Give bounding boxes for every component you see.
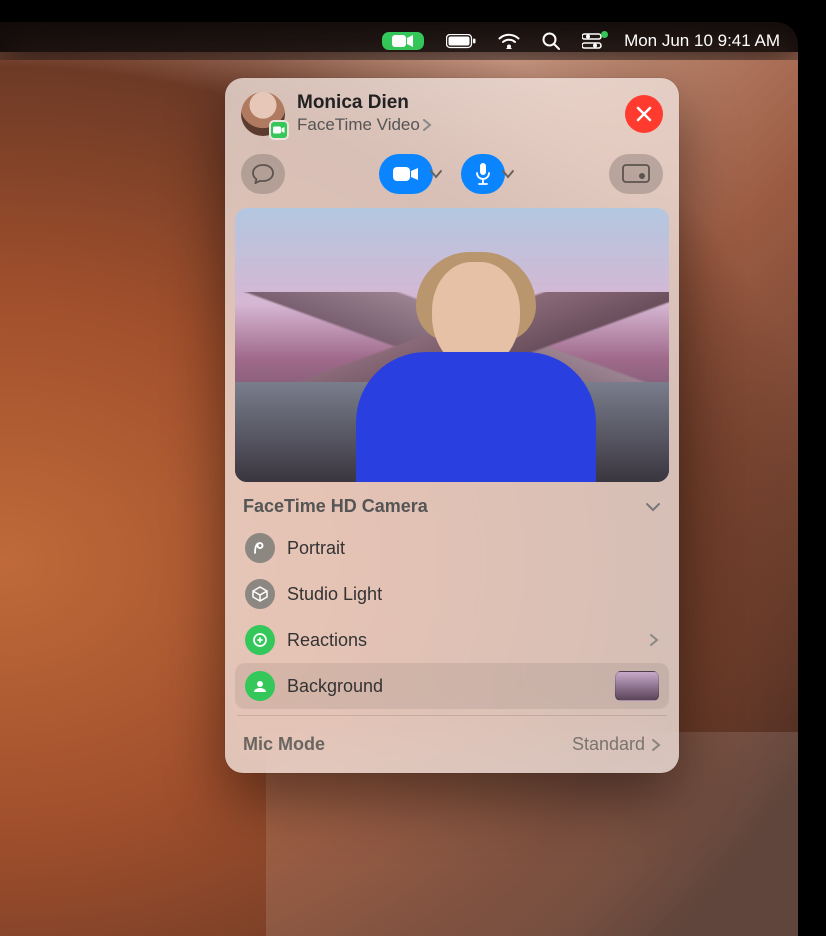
caller-avatar[interactable] (241, 92, 285, 136)
camera-section-title: FaceTime HD Camera (243, 496, 428, 517)
studio-light-label: Studio Light (287, 584, 659, 605)
portrait-label: Portrait (287, 538, 659, 559)
screen-share-icon (622, 164, 650, 184)
video-icon (392, 34, 414, 48)
portrait-icon (245, 533, 275, 563)
camera-preview (235, 208, 669, 482)
active-dot-icon (601, 31, 608, 38)
mic-toggle-button[interactable] (461, 154, 505, 194)
mic-toggle-combo (461, 154, 515, 194)
mic-mode-menu[interactable]: Mic Mode Standard (225, 722, 679, 773)
facetime-menubar-indicator[interactable] (382, 32, 424, 50)
divider (237, 715, 667, 716)
end-call-button[interactable] (625, 95, 663, 133)
reactions-menu[interactable]: Reactions (235, 617, 669, 663)
control-center-icon[interactable] (582, 33, 602, 49)
chevron-down-icon (645, 502, 661, 512)
chevron-down-icon[interactable] (429, 169, 443, 179)
studio-light-toggle[interactable]: Studio Light (235, 571, 669, 617)
cube-icon (245, 579, 275, 609)
microphone-icon (475, 163, 491, 185)
facetime-control-panel: Monica Dien FaceTime Video (225, 78, 679, 773)
call-controls (225, 146, 679, 208)
call-subtitle: FaceTime Video (297, 115, 613, 135)
reactions-icon (245, 625, 275, 655)
mic-mode-value: Standard (572, 734, 645, 755)
reactions-label: Reactions (287, 630, 637, 651)
video-toggle-button[interactable] (379, 154, 433, 194)
preview-person (356, 252, 596, 482)
background-label: Background (287, 676, 603, 697)
camera-settings-list: Portrait Studio Light Reactions Backgr (225, 525, 679, 709)
chevron-right-icon (422, 119, 432, 131)
menubar-datetime[interactable]: Mon Jun 10 9:41 AM (624, 31, 780, 51)
chevron-down-icon[interactable] (501, 169, 515, 179)
screen-area: Mon Jun 10 9:41 AM Monica Dien FaceTime … (0, 22, 798, 936)
spotlight-search-icon[interactable] (542, 32, 560, 50)
speech-bubble-icon (252, 164, 274, 184)
menubar: Mon Jun 10 9:41 AM (0, 22, 798, 60)
camera-section-header[interactable]: FaceTime HD Camera (225, 482, 679, 525)
close-icon (636, 106, 652, 122)
portrait-toggle[interactable]: Portrait (235, 525, 669, 571)
battery-icon[interactable] (446, 34, 476, 49)
call-header: Monica Dien FaceTime Video (225, 78, 679, 146)
caller-info[interactable]: Monica Dien FaceTime Video (297, 92, 613, 135)
video-toggle-combo (379, 154, 443, 194)
device-bezel-side (798, 0, 826, 936)
chevron-right-icon (649, 633, 659, 647)
caller-name: Monica Dien (297, 92, 613, 115)
wifi-icon[interactable] (498, 33, 520, 49)
chevron-right-icon (651, 738, 661, 752)
facetime-badge-icon (269, 120, 289, 140)
background-menu[interactable]: Background (235, 663, 669, 709)
messages-button[interactable] (241, 154, 285, 194)
background-icon (245, 671, 275, 701)
screen-share-button[interactable] (609, 154, 663, 194)
video-icon (393, 166, 419, 182)
background-thumbnail (615, 671, 659, 701)
mic-mode-label: Mic Mode (243, 734, 325, 755)
